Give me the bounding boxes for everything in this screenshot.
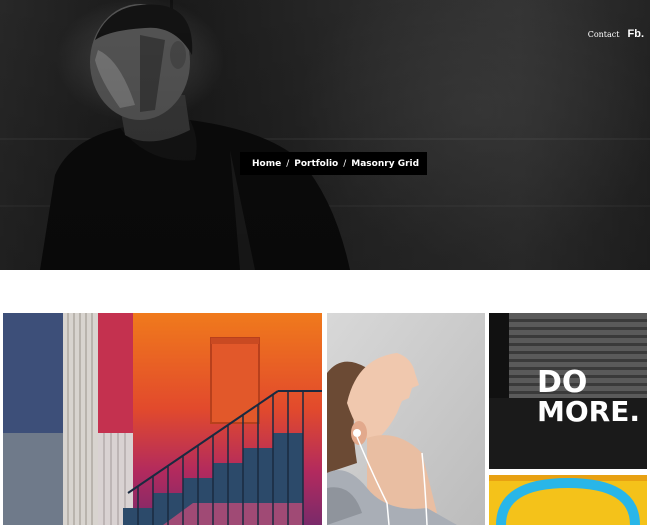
hero-overlay: [0, 0, 650, 270]
nav-contact-link[interactable]: Contact: [588, 30, 620, 39]
breadcrumb-current: Masonry Grid: [351, 158, 420, 169]
breadcrumb-separator: /: [286, 158, 290, 169]
cyan-ring-image: [489, 475, 647, 525]
hero-banner: Contact Fb. Home / Portfolio / Masonry G…: [0, 0, 650, 270]
portfolio-item-cyan-ring[interactable]: [489, 475, 647, 525]
portfolio-item-architecture[interactable]: [3, 313, 322, 525]
do-more-image: DO MORE.: [489, 313, 647, 469]
breadcrumb: Home / Portfolio / Masonry Grid: [240, 152, 428, 175]
nav-facebook-link[interactable]: Fb.: [628, 28, 645, 40]
do-more-line2: MORE.: [537, 395, 640, 428]
breadcrumb-separator: /: [343, 158, 347, 169]
portfolio-item-headphones-portrait[interactable]: [327, 313, 485, 525]
breadcrumb-home[interactable]: Home: [252, 159, 281, 169]
architecture-image: [3, 313, 322, 525]
top-nav: Contact Fb.: [588, 28, 644, 40]
portfolio-item-do-more[interactable]: DO MORE.: [489, 313, 647, 469]
headphones-portrait-image: [327, 313, 485, 525]
breadcrumb-portfolio[interactable]: Portfolio: [294, 159, 338, 169]
